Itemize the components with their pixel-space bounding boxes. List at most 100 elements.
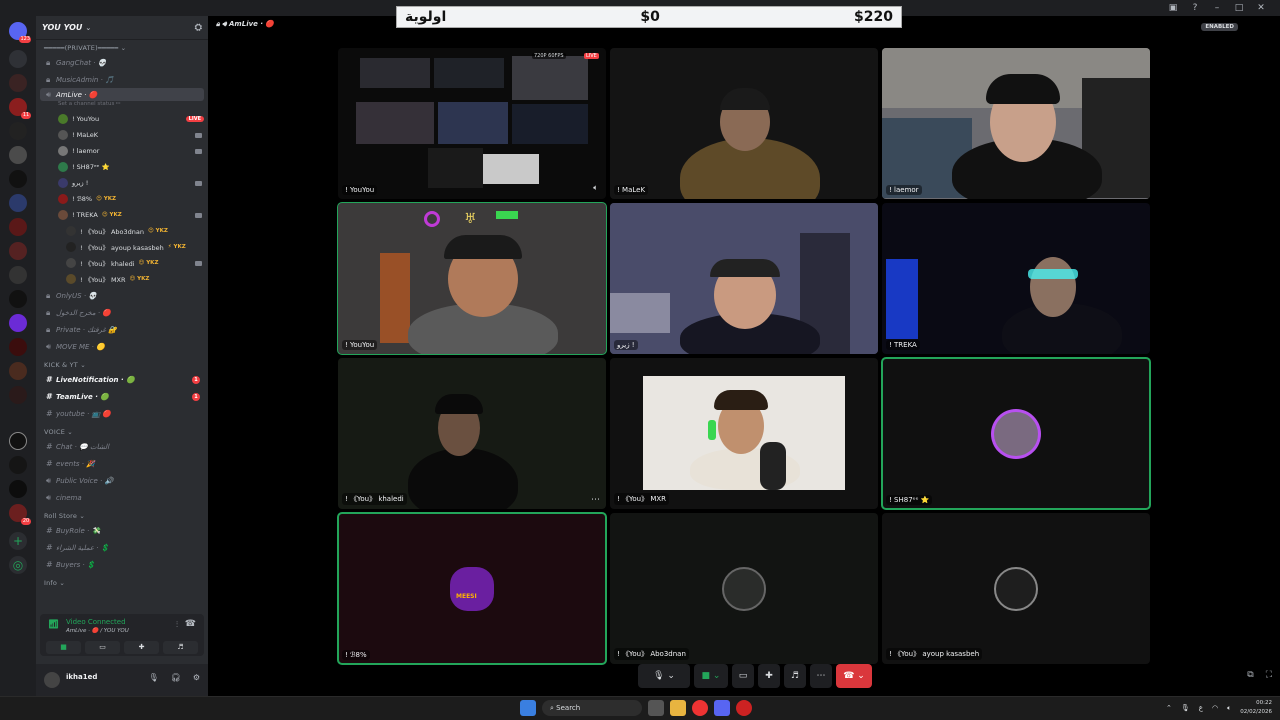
server-icon[interactable]: 20 [9,504,31,525]
discover-icon[interactable]: ◎ [9,556,27,574]
video-tile[interactable]: ♅ ! YouYou [337,202,607,355]
speaker-icon[interactable]: 🔈︎ [593,183,598,193]
server-icon[interactable] [9,432,27,450]
camera-button[interactable]: ■ ⌄ [694,664,728,688]
server-icon[interactable] [9,122,27,140]
channel-item[interactable]: # LiveNotification · 🟢 1 [36,371,208,388]
server-icon[interactable] [9,314,27,332]
channel-item[interactable]: # youtube · 📺 🔴 [36,405,208,422]
task-view-icon[interactable] [648,700,664,716]
channel-item[interactable]: 🔒︎ OnlyUS · 💀 [36,287,208,304]
soundboard-button[interactable]: ♬ [784,664,806,688]
channel-status[interactable]: Set a channel status ✏ [36,101,208,111]
chrome-icon[interactable] [692,700,708,716]
server-icon[interactable] [9,218,27,236]
voice-user[interactable]: ! ℬ8% 😍 YKZ [36,191,208,207]
help-icon[interactable]: ? [1190,0,1200,16]
avatar-tile[interactable]: ! 《You》 ayoup kasasbeh [882,513,1150,664]
headphones-icon[interactable]: 🎧︎ [171,673,181,682]
voice-user[interactable]: ! 《You》 khaledi 😍 YKZ [36,255,208,271]
obs-icon[interactable] [736,700,752,716]
microphone-button[interactable]: 🎙︎ ⌄ [638,664,690,688]
microphone-icon[interactable]: 🎙︎ [1181,704,1190,712]
server-icon[interactable] [9,266,27,284]
avatar-tile[interactable]: MEESI ! ℬ8% [337,512,607,665]
category-info[interactable]: Info ⌄ [36,577,208,589]
microphone-icon[interactable]: 🎙︎ [149,673,159,682]
video-tile[interactable]: ! laemor [882,48,1150,199]
video-tile[interactable]: ! TREKA [882,203,1150,354]
more-options-button[interactable]: ⋯ [810,664,832,688]
voice-user[interactable]: ! MaLeK [36,127,208,143]
channel-item[interactable]: # BuyRole · 💸 [36,522,208,539]
close-button[interactable]: ✕ [1256,0,1266,16]
soundboard-button[interactable]: ♬ [163,641,198,654]
voice-user[interactable]: ! YouYou LIVE [36,111,208,127]
popout-icon[interactable]: ⧉ [1247,670,1253,680]
channel-item-active[interactable]: 🔊︎ AmLive · 🔴 [40,88,204,101]
server-icon[interactable] [9,290,27,308]
video-tile[interactable]: ! 《You》 khaledi ⋯ [338,358,606,509]
voice-user[interactable]: ! SH87ᵉᵉ ⭐ [36,159,208,175]
maximize-button[interactable]: □ [1234,0,1244,16]
avatar-tile[interactable]: ! 《You》 Abo3dnan [610,513,878,664]
minimize-button[interactable]: – [1212,0,1222,16]
volume-icon[interactable]: 🔈︎ [1227,704,1231,713]
gear-icon[interactable]: ⚙︎ [193,673,200,682]
channel-item[interactable]: # Chat · 💬 الشات [36,438,208,455]
lang-indicator[interactable]: ع [1199,704,1203,712]
video-tile[interactable]: زيرو ! [610,203,878,354]
server-icon[interactable] [9,362,27,380]
more-icon[interactable]: ⋯ [591,495,600,505]
avatar-tile[interactable]: ! SH87ᵉᵉ ⭐ [881,357,1151,510]
fullscreen-icon[interactable]: ⛶ [1266,670,1272,680]
server-header[interactable]: YOU YOU ⌄ ⛭ [36,16,208,40]
voice-channel-link[interactable]: AmLive · 🔴 / YOU YOU [66,628,129,634]
channel-item[interactable]: 🔊︎ Public Voice · 🔊 [36,472,208,489]
channel-item[interactable]: 🔊︎ cinema [36,489,208,506]
voice-user[interactable]: ! 《You》 MXR 😍 YKZ [36,271,208,287]
server-icon[interactable] [9,146,27,164]
screenshare-button[interactable]: ▭ [732,664,754,688]
add-server-icon[interactable]: + [9,532,27,550]
server-icon[interactable] [9,170,27,188]
server-icon[interactable] [9,50,27,68]
server-icon[interactable] [9,194,27,212]
category-private[interactable]: ━━━━━(PRIVATE)━━━━━ ⌄ [36,42,208,54]
start-icon[interactable] [520,700,536,716]
channel-item[interactable]: 🔒︎ مخرج الدخول · 🔴 [36,304,208,321]
server-icon[interactable] [9,386,27,404]
taskbar-search[interactable]: ⌕ Search [542,700,642,716]
discord-icon[interactable] [714,700,730,716]
screenshare-button[interactable]: ▭ [85,641,120,654]
activities-button[interactable]: ✚ [758,664,780,688]
activities-button[interactable]: ✚ [124,641,159,654]
noise-suppression-icon[interactable]: ⫶ [176,620,178,630]
server-icon[interactable] [9,74,27,92]
category-voice[interactable]: VOICE ⌄ [36,426,208,438]
file-explorer-icon[interactable] [670,700,686,716]
clock[interactable]: 00:22 02/02/2026 [1240,699,1272,717]
voice-user[interactable]: ! 《You》 Abo3dnan 😍 YKZ [36,223,208,239]
server-icon[interactable] [9,338,27,356]
voice-user[interactable]: ! laemor [36,143,208,159]
disconnect-icon[interactable]: ☎︎ [185,619,196,629]
invite-icon[interactable]: ⛭ [195,23,202,33]
category-roll-store[interactable]: Roll Store ⌄ [36,510,208,522]
user-name[interactable]: ikha1ed [66,673,97,681]
end-call-button[interactable]: ☎︎ ⌄ [836,664,872,688]
category-kick[interactable]: KICK & YT ⌄ [36,359,208,371]
camera-button[interactable]: ■ [46,641,81,654]
wifi-icon[interactable]: ◠ [1212,704,1218,712]
channel-item[interactable]: # TeamLive · 🟢 1 [36,388,208,405]
channel-item[interactable]: 🔊︎ MOVE ME · 🟡 [36,338,208,355]
channel-item[interactable]: 🔒︎ MusicAdmin · 🎵 [36,71,208,88]
voice-user[interactable]: ! TREKA 😍 YKZ [36,207,208,223]
channel-item[interactable]: # عملية الشراء · 💲 [36,539,208,556]
channel-item[interactable]: 🔒︎ GangChat · 💀 [36,54,208,71]
inbox-icon[interactable]: ▣ [1168,0,1178,16]
voice-user[interactable]: ! 《You》 ayoup kasasbeh ⚡ YKZ [36,239,208,255]
server-icon[interactable]: 11 [9,98,31,119]
video-tile[interactable]: ! 《You》 MXR [610,358,878,509]
channel-item[interactable]: # Buyers · 💲 [36,556,208,573]
